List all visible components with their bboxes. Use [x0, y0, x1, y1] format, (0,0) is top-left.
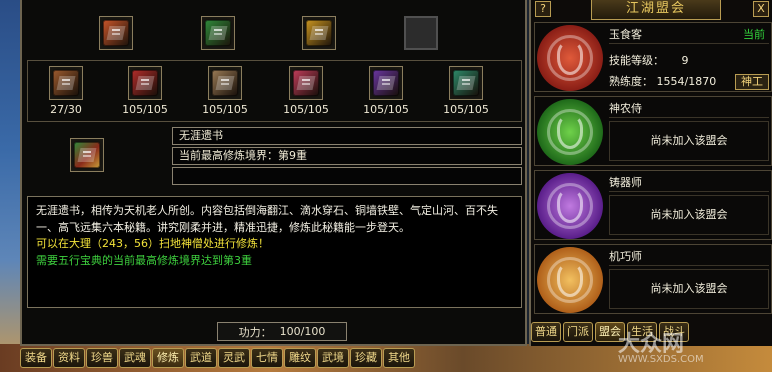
green-scroll-icon — [205, 20, 231, 46]
chapter-slot-6[interactable] — [449, 66, 483, 100]
guild-card-current[interactable]: 玉食客 当前 技能等级： 9 熟练度： 1554/1870 神工 — [534, 22, 772, 92]
tab-collection[interactable]: 珍藏 — [350, 348, 382, 368]
proficiency-label: 熟练度： — [609, 75, 653, 88]
red-book-icon — [103, 20, 129, 46]
top-slot-4-empty[interactable] — [404, 16, 438, 50]
tab-emotions[interactable]: 七情 — [251, 348, 283, 368]
tab-normal[interactable]: 普通 — [531, 322, 561, 342]
proficiency-row: 熟练度： 1554/1870 — [609, 73, 716, 89]
orange-guild-emblem-icon — [537, 247, 603, 313]
guild-name: 机巧师 — [609, 250, 769, 266]
top-slot-2[interactable] — [201, 16, 235, 50]
location-hint: 可以在大理（243，56）扫地神僧处进行修炼！ — [36, 237, 269, 250]
guild-panel-title: 江湖盟会 — [591, 0, 721, 20]
chapter-list: 27/30 105/105 105/105 105/105 105/105 10… — [27, 60, 522, 122]
chapter-count: 105/105 — [443, 103, 489, 116]
chapter-slot-1[interactable] — [49, 66, 83, 100]
red-guild-emblem-icon — [537, 25, 603, 91]
chapter-slot-5[interactable] — [369, 66, 403, 100]
guild-name: 神农侍 — [609, 102, 769, 118]
red-book-icon — [132, 70, 158, 96]
chapter-count: 105/105 — [363, 103, 409, 116]
description-box: 无涯遗书，相传为天机老人所创。内容包括倒海翻江、滴水穿石、铜墙铁壁、气定山河、百… — [27, 196, 522, 308]
tab-cultivation[interactable]: 修炼 — [152, 348, 184, 368]
chapter-count: 27/30 — [50, 103, 82, 116]
pink-book-icon — [293, 70, 319, 96]
guild-card-shennong[interactable]: 神农侍 尚未加入该盟会 — [534, 96, 772, 166]
tab-spirit-weapon[interactable]: 灵武 — [218, 348, 250, 368]
green-red-scroll-icon — [74, 142, 100, 168]
teal-book-icon — [453, 70, 479, 96]
shengong-button[interactable]: 神工 — [735, 74, 769, 90]
chapter-count: 105/105 — [122, 103, 168, 116]
guild-panel: ? 江湖盟会 X 玉食客 当前 技能等级： 9 熟练度： 1554/1870 神… — [529, 0, 772, 346]
tab-equipment[interactable]: 装备 — [20, 348, 52, 368]
purple-guild-emblem-icon — [537, 173, 603, 239]
skill-level-label: 技能等级： — [609, 54, 664, 67]
top-slot-3[interactable] — [302, 16, 336, 50]
realm-field: 当前最高修炼境界：第9重 — [172, 147, 522, 165]
tab-martial-soul[interactable]: 武魂 — [119, 348, 151, 368]
chapter-slot-3[interactable] — [208, 66, 242, 100]
gold-chest-icon — [306, 20, 332, 46]
extra-field — [172, 167, 522, 185]
skill-level-value: 9 — [681, 54, 689, 67]
current-badge: 当前 — [743, 28, 765, 41]
green-guild-emblem-icon — [537, 99, 603, 165]
tab-martial-way[interactable]: 武道 — [185, 348, 217, 368]
book-name-field: 无涯遗书 — [172, 127, 522, 145]
background-scenery — [0, 0, 20, 372]
selected-book-slot[interactable] — [70, 138, 104, 172]
tab-sect[interactable]: 门派 — [563, 322, 593, 342]
site-watermark: 大众网 WWW.SXDS.COM — [618, 332, 704, 365]
guild-card-zhuqi[interactable]: 铸器师 尚未加入该盟会 — [534, 170, 772, 240]
top-slot-1[interactable] — [99, 16, 133, 50]
chapter-slot-4[interactable] — [289, 66, 323, 100]
help-button[interactable]: ? — [535, 1, 551, 17]
guild-name: 玉食客 当前 — [609, 28, 769, 44]
cultivation-panel: 27/30 105/105 105/105 105/105 105/105 10… — [20, 0, 527, 346]
purple-book-icon — [373, 70, 399, 96]
close-button[interactable]: X — [753, 1, 769, 17]
guild-card-jiqiao[interactable]: 机巧师 尚未加入该盟会 — [534, 244, 772, 314]
skill-level-row: 技能等级： 9 — [609, 52, 689, 68]
power-value: 100/100 — [279, 325, 326, 338]
guild-status: 尚未加入该盟会 — [609, 195, 769, 235]
proficiency-value: 1554/1870 — [656, 75, 717, 88]
brown-book-icon — [53, 70, 79, 96]
requirement-hint: 需要五行宝典的当前最高修炼境界达到第3重 — [36, 253, 252, 267]
power-display: 功力： 100/100 — [217, 322, 347, 341]
tan-book-icon — [212, 70, 238, 96]
guild-status: 尚未加入该盟会 — [609, 121, 769, 161]
power-label: 功力： — [238, 325, 272, 339]
guild-status: 尚未加入该盟会 — [609, 269, 769, 309]
tab-martial-realm[interactable]: 武境 — [317, 348, 349, 368]
guild-name: 铸器师 — [609, 176, 769, 192]
chapter-count: 105/105 — [283, 103, 329, 116]
tab-other[interactable]: 其他 — [383, 348, 415, 368]
chapter-count: 105/105 — [202, 103, 248, 116]
tab-info[interactable]: 资料 — [53, 348, 85, 368]
bottom-tab-bar: 装备 资料 珍兽 武魂 修炼 武道 灵武 七情 雕纹 武境 珍藏 其他 — [20, 347, 415, 369]
tab-engraving[interactable]: 雕纹 — [284, 348, 316, 368]
description-text: 无涯遗书，相传为天机老人所创。内容包括倒海翻江、滴水穿石、铜墙铁壁、气定山河、百… — [36, 204, 498, 234]
tab-pets[interactable]: 珍兽 — [86, 348, 118, 368]
chapter-slot-2[interactable] — [128, 66, 162, 100]
